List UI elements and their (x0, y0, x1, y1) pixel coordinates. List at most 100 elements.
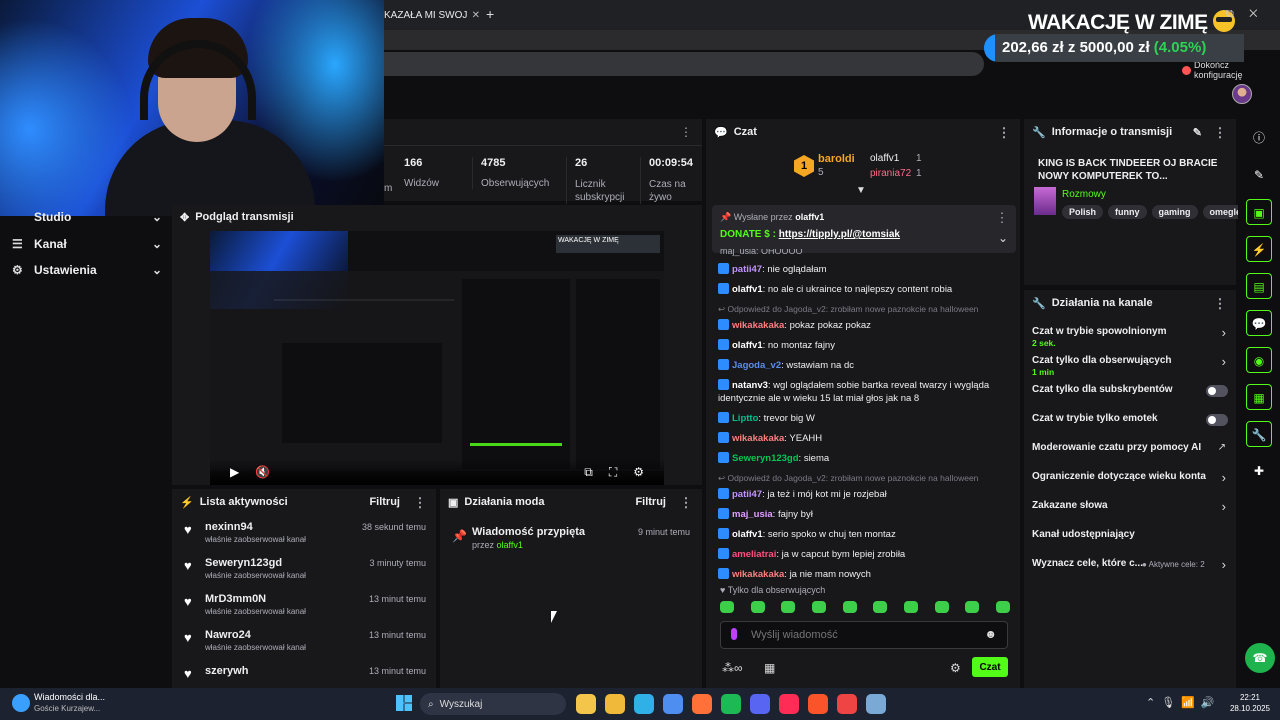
settings-icon[interactable]: ⚙ (633, 465, 644, 479)
chat-user[interactable]: wikakakaka (732, 569, 784, 580)
address-bar[interactable] (384, 52, 984, 76)
emote-icon[interactable] (750, 601, 765, 613)
chat-message[interactable]: natanv3: wgl oglądałem sobie bartka reve… (718, 379, 1010, 405)
chat-user[interactable]: wikakakaka (732, 320, 784, 331)
chat-user[interactable]: maj_usia (732, 509, 773, 520)
list-item[interactable]: ♥ nexinn94 właśnie zaobserwował kanał 38 se… (172, 521, 436, 557)
mic-icon[interactable] (731, 628, 737, 640)
channel-action-item[interactable]: Czat tylko dla subskrybentów (1024, 380, 1236, 409)
avatar[interactable] (1232, 84, 1252, 104)
spotify-icon[interactable] (721, 694, 741, 714)
chat-user[interactable]: Liptto (732, 413, 758, 424)
chat-user[interactable]: ameliatrai (732, 549, 776, 560)
chat-message[interactable]: olaffv1: no montaz fajny (718, 339, 1010, 352)
tag-chip[interactable]: Polish (1062, 205, 1104, 219)
chat-user[interactable]: olaffv1 (732, 284, 763, 295)
chat-settings-icon[interactable]: ⚙ (950, 661, 961, 675)
emote-icon[interactable] (995, 601, 1010, 613)
emote-icon[interactable] (934, 601, 949, 613)
chat-menu-icon[interactable]: ⋮ (996, 126, 1012, 139)
scan-icon[interactable]: ▣ (1246, 199, 1272, 225)
channel-action-item[interactable]: Moderowanie czatu przy pomocy AI ↗ (1024, 438, 1236, 467)
chat-user[interactable]: patii47 (732, 489, 762, 500)
folder-icon[interactable] (605, 694, 625, 714)
chat-user[interactable]: wikakakaka (732, 433, 784, 444)
channel-actions-menu-icon[interactable]: ⋮ (1212, 297, 1228, 310)
emote-icon[interactable] (873, 601, 888, 613)
edge-icon[interactable] (634, 694, 654, 714)
pinned-menu-icon[interactable]: ⋮ (994, 211, 1010, 224)
firefox-icon[interactable] (692, 694, 712, 714)
leader-name[interactable]: baroldi (818, 153, 855, 165)
chat-bubble-icon[interactable]: 💬 (1246, 310, 1272, 336)
mod-action-item[interactable]: 📌 Wiadomość przypięta przez olaffv1 9 mi… (452, 525, 692, 553)
broadcast-icon[interactable]: ◉ (1246, 347, 1272, 373)
discord-icon[interactable] (750, 694, 770, 714)
channel-action-item[interactable]: Czat tylko dla obserwujących 1 min › (1024, 351, 1236, 380)
list-item[interactable]: ♥ Nawro24 właśnie zaobserwował kanał 13 min… (172, 629, 436, 665)
stream-category[interactable]: Rozmowy (1062, 189, 1106, 200)
settings-icon[interactable] (866, 694, 886, 714)
list-item[interactable]: ♥ Seweryn123gd właśnie zaobserwował kanał 3… (172, 557, 436, 593)
edit-icon[interactable]: ✎ (1193, 126, 1202, 139)
modactions-menu-icon[interactable]: ⋮ (678, 496, 694, 509)
chat-message-field[interactable] (751, 626, 971, 644)
info-icon[interactable]: ⓘ (1246, 125, 1272, 151)
chat-user[interactable]: olaffv1 (732, 340, 763, 351)
list-item[interactable]: ♥ szerywh 13 minut temu (172, 665, 436, 688)
emote-icon[interactable] (903, 601, 918, 613)
mute-icon[interactable]: 🔇 (255, 465, 270, 479)
toggle-switch[interactable] (1206, 414, 1228, 426)
emote-icon[interactable] (720, 601, 734, 613)
crosshair-icon[interactable]: ✚ (1246, 458, 1272, 484)
edit-icon[interactable]: ✎ (1246, 162, 1272, 188)
chat-message[interactable]: maj_usia: fajny był (718, 508, 1010, 521)
chat-message[interactable]: Seweryn123gd: siema (718, 452, 1010, 465)
chat-message[interactable]: ameliatrai: ja w capcut bym lepiej zrobi… (718, 548, 1010, 561)
chat-input[interactable]: ☻ (720, 621, 1008, 649)
chat-message[interactable]: wikakakaka: ja nie mam nowych (718, 568, 1010, 581)
close-tab-icon[interactable]: ✕ (472, 10, 480, 21)
channel-action-item[interactable]: Czat w trybie spowolnionym 2 sek. › (1024, 322, 1236, 351)
stream-info-menu-icon[interactable]: ⋮ (1212, 126, 1228, 139)
store-icon[interactable]: ▦ (764, 661, 775, 675)
sidebar-item-kanal[interactable]: ☰ Kanał ⌄ (12, 236, 162, 252)
notification-preview[interactable]: Wiadomości dla... Goście Kurzajew... (10, 692, 140, 716)
tag-chip[interactable]: funny (1108, 205, 1147, 219)
fullscreen-icon[interactable]: ⛶ (609, 465, 617, 480)
emote-icon[interactable] (965, 601, 980, 613)
support-icon[interactable]: ☎ (1245, 643, 1275, 673)
stats-menu-icon[interactable]: ⋮ (680, 125, 692, 139)
chat-message[interactable]: wikakakaka: YEAHH (718, 432, 1010, 445)
modactions-filter-button[interactable]: Filtruj (635, 496, 666, 508)
chrome-icon[interactable] (837, 694, 857, 714)
clock[interactable]: 22:21 28.10.2025 (1226, 692, 1274, 714)
emoji-icon[interactable]: ☻ (984, 627, 997, 641)
chat-message[interactable]: ↩ Odpowiedź do Jagoda_v2: zrobiłam nowe … (718, 303, 1010, 332)
play-icon[interactable]: ▶ (230, 465, 239, 479)
store-icon[interactable] (663, 694, 683, 714)
channel-action-item[interactable]: Wyznacz cele, które c... ● Aktywne cele: … (1024, 554, 1236, 583)
popout-icon[interactable]: ⧉ (584, 465, 593, 480)
document-icon[interactable]: ▤ (1246, 273, 1272, 299)
new-tab-icon[interactable]: + (486, 6, 494, 22)
taskbar-search[interactable]: ⌕ Wyszukaj (420, 693, 566, 715)
emote-icon[interactable] (842, 601, 857, 613)
chat-message[interactable]: patii47: nie oglądałam (718, 263, 1010, 276)
chevron-down-icon[interactable]: ⌄ (998, 231, 1008, 245)
chat-user[interactable]: Jagoda_v2 (732, 360, 781, 371)
pinned-link[interactable]: https://tipply.pl/@tomsiak (779, 229, 900, 240)
emote-icon[interactable] (811, 601, 826, 613)
file-explorer-icon[interactable] (576, 694, 596, 714)
chat-message[interactable]: ↩ Odpowiedź do Jagoda_v2: zrobiłam nowe … (718, 472, 1010, 501)
tag-chip[interactable]: gaming (1151, 205, 1198, 219)
activity-filter-button[interactable]: Filtruj (369, 496, 400, 508)
channel-action-item[interactable]: Czat w trybie tylko emotek (1024, 409, 1236, 438)
tiktok-icon[interactable] (779, 694, 799, 714)
bolt-icon[interactable]: ⚡ (1246, 236, 1272, 262)
sidebar-item-ustawienia[interactable]: ⚙ Ustawienia ⌄ (12, 262, 162, 278)
chat-message[interactable]: olaffv1: no ale ci ukraince to najlepszy… (718, 283, 1010, 296)
wrench-icon[interactable]: 🔧 (1246, 421, 1272, 447)
send-chat-button[interactable]: Czat (972, 657, 1008, 677)
pinned-message[interactable]: 📌 Wysłane przez olaffv1 DONATE $ : https… (712, 205, 1016, 253)
